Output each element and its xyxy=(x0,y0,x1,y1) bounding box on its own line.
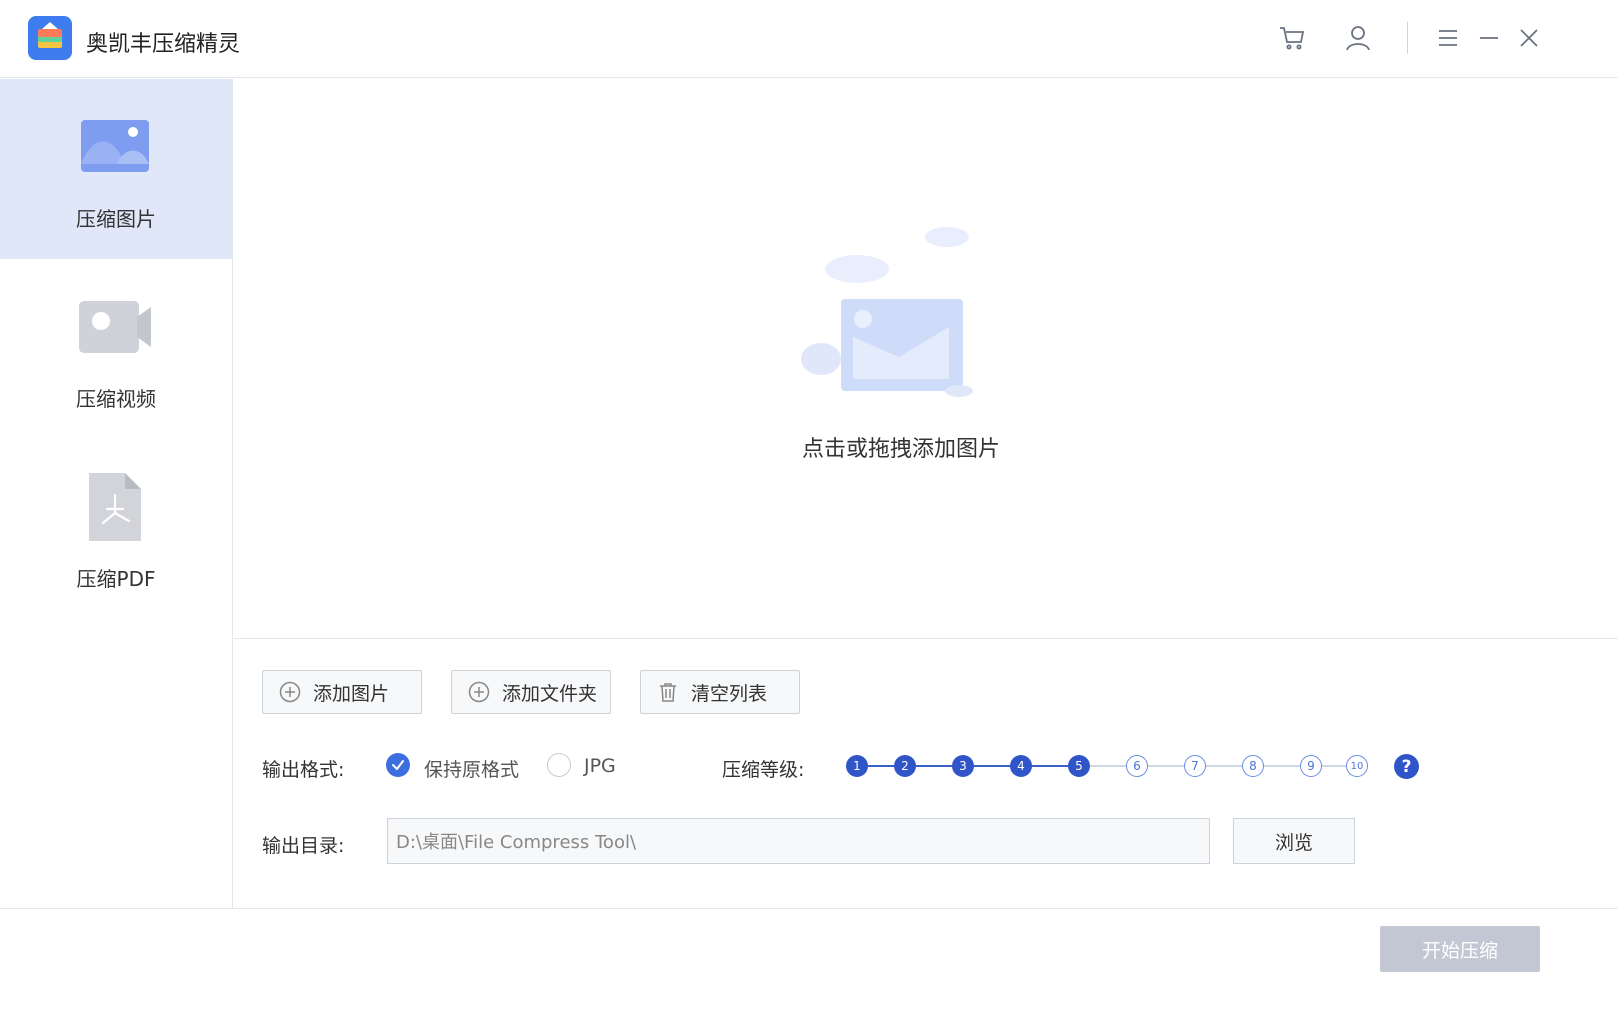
plus-circle-icon xyxy=(468,681,490,703)
cart-icon[interactable] xyxy=(1274,20,1310,56)
help-icon[interactable]: ? xyxy=(1394,754,1419,779)
level-step-1[interactable]: 1 xyxy=(846,755,868,777)
titlebar-divider xyxy=(1407,22,1408,54)
start-compress-button[interactable]: 开始压缩 xyxy=(1380,926,1540,972)
sidebar-item-compress-image[interactable]: 压缩图片 xyxy=(0,79,232,259)
app-title: 奥凯丰压缩精灵 xyxy=(86,32,241,57)
level-step-9[interactable]: 9 xyxy=(1300,755,1322,777)
keep-format-label[interactable]: 保持原格式 xyxy=(424,755,519,782)
level-step-6[interactable]: 6 xyxy=(1126,755,1148,777)
user-icon[interactable] xyxy=(1340,20,1376,56)
level-step-5[interactable]: 5 xyxy=(1068,755,1090,777)
add-image-button[interactable]: 添加图片 xyxy=(262,670,422,714)
sidebar-item-label: 压缩视频 xyxy=(76,387,156,411)
level-step-8[interactable]: 8 xyxy=(1242,755,1264,777)
jpg-radio[interactable] xyxy=(547,753,571,777)
check-icon xyxy=(392,760,404,770)
level-step-7[interactable]: 7 xyxy=(1184,755,1206,777)
output-dir-field[interactable]: D:\桌面\File Compress Tool\ xyxy=(387,818,1210,864)
add-folder-label: 添加文件夹 xyxy=(502,682,598,705)
title-bar: 奥凯丰压缩精灵 xyxy=(0,0,1618,78)
sidebar-item-compress-pdf[interactable]: 压缩PDF xyxy=(0,439,232,619)
clear-list-button[interactable]: 清空列表 xyxy=(640,670,800,714)
sidebar-item-compress-video[interactable]: 压缩视频 xyxy=(0,259,232,439)
browse-button[interactable]: 浏览 xyxy=(1233,818,1355,864)
clear-list-label: 清空列表 xyxy=(691,682,768,705)
footer-divider xyxy=(0,908,1618,909)
jpg-label[interactable]: JPG xyxy=(584,755,616,777)
drop-zone-hint: 点击或拖拽添加图片 xyxy=(801,437,1000,462)
plus-circle-icon xyxy=(279,681,301,703)
image-placeholder-illustration xyxy=(799,219,999,399)
image-icon xyxy=(77,114,153,190)
output-dir-label: 输出目录: xyxy=(262,835,345,857)
video-icon xyxy=(77,295,153,371)
sidebar: 压缩图片 压缩视频 压缩PDF xyxy=(0,79,233,909)
close-icon[interactable] xyxy=(1511,20,1547,56)
pdf-icon xyxy=(77,471,153,547)
add-folder-button[interactable]: 添加文件夹 xyxy=(451,670,611,714)
sidebar-item-label: 压缩图片 xyxy=(76,207,156,231)
level-step-2[interactable]: 2 xyxy=(894,755,916,777)
minimize-icon[interactable] xyxy=(1471,20,1507,56)
app-logo-icon xyxy=(28,16,72,60)
level-step-10[interactable]: 10 xyxy=(1346,755,1368,777)
keep-format-radio[interactable] xyxy=(386,753,410,777)
output-format-label: 输出格式: xyxy=(262,759,345,781)
menu-icon[interactable] xyxy=(1430,20,1466,56)
add-image-label: 添加图片 xyxy=(313,682,390,705)
image-drop-zone[interactable]: 点击或拖拽添加图片 xyxy=(234,79,1618,639)
sidebar-item-label: 压缩PDF xyxy=(76,567,156,591)
trash-icon xyxy=(657,681,679,703)
compression-level-label: 压缩等级: xyxy=(722,759,805,781)
level-step-3[interactable]: 3 xyxy=(952,755,974,777)
level-step-4[interactable]: 4 xyxy=(1010,755,1032,777)
